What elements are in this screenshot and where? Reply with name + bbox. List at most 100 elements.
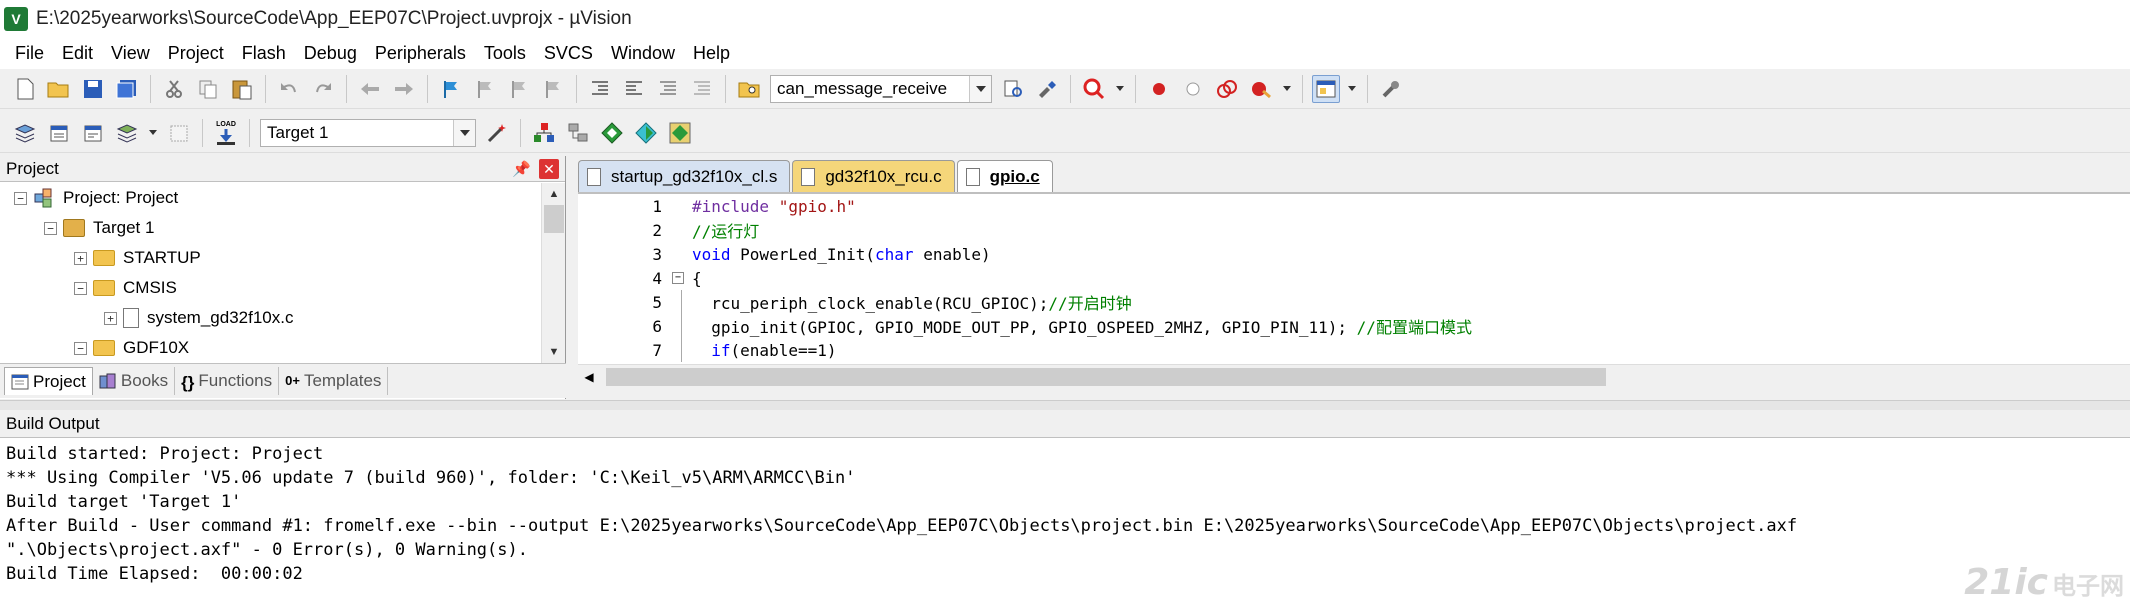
scroll-up-arrow-icon[interactable]: ▲	[542, 183, 566, 205]
menu-edit[interactable]: Edit	[53, 39, 102, 67]
scroll-down-arrow-icon[interactable]: ▼	[542, 341, 566, 363]
next-bookmark-icon[interactable]	[505, 75, 533, 103]
tree-item-startup-group[interactable]: + STARTUP	[0, 243, 540, 273]
chevron-down-icon[interactable]	[969, 75, 991, 102]
menu-view[interactable]: View	[102, 39, 159, 67]
find-combo[interactable]: can_message_receive	[770, 74, 992, 103]
tab-books[interactable]: Books	[93, 367, 176, 395]
build-icon[interactable]	[45, 119, 73, 147]
tree-item-cmsis-group[interactable]: − CMSIS	[0, 273, 540, 303]
disable-breakpoint-icon[interactable]	[1179, 75, 1207, 103]
code-line[interactable]: 5 rcu_periph_clock_enable(RCU_GPIOC);//开…	[578, 290, 2130, 314]
editor-tab-startup[interactable]: startup_gd32f10x_cl.s	[578, 160, 791, 192]
find-icon[interactable]	[999, 75, 1027, 103]
menu-debug[interactable]: Debug	[295, 39, 366, 67]
collapse-toggle[interactable]: −	[74, 341, 87, 355]
download-load-icon[interactable]: LOAD	[212, 119, 240, 147]
tab-templates[interactable]: 0+ Templates	[279, 367, 389, 395]
code-line[interactable]: 7 if(enable==1)	[578, 338, 2130, 362]
code-line[interactable]: 1 #include "gpio.h"	[578, 194, 2130, 218]
pin-icon[interactable]: 📌	[512, 160, 531, 178]
pack-installer-icon[interactable]	[632, 119, 660, 147]
translate-icon[interactable]	[11, 119, 39, 147]
editor-horizontal-scrollbar[interactable]: ◀	[578, 364, 2130, 388]
chevron-down-icon[interactable]	[453, 119, 475, 146]
select-software-packs-icon[interactable]	[598, 119, 626, 147]
editor-tab-rcu[interactable]: gd32f10x_rcu.c	[792, 160, 955, 192]
clear-bookmarks-icon[interactable]	[539, 75, 567, 103]
fold-collapse-icon[interactable]: −	[670, 270, 686, 286]
menu-file[interactable]: File	[6, 39, 53, 67]
code-line[interactable]: 2 //运行灯	[578, 218, 2130, 242]
uncomment-icon[interactable]	[688, 75, 716, 103]
menu-help[interactable]: Help	[684, 39, 739, 67]
prev-bookmark-icon[interactable]	[471, 75, 499, 103]
configuration-wrench-icon[interactable]	[1377, 75, 1405, 103]
redo-icon[interactable]	[309, 75, 337, 103]
file-extensions-icon[interactable]	[530, 119, 558, 147]
copy-icon[interactable]	[194, 75, 222, 103]
target-combo[interactable]: Target 1	[260, 118, 476, 147]
code-line[interactable]: 6 gpio_init(GPIOC, GPIO_MODE_OUT_PP, GPI…	[578, 314, 2130, 338]
tab-project[interactable]: Project	[4, 367, 93, 395]
project-panel-tabs: Project Books {} Functions 0+ Templates	[0, 363, 566, 398]
panel-splitter[interactable]	[0, 400, 2130, 410]
scrollbar-thumb[interactable]	[606, 367, 1606, 386]
find-in-files-icon[interactable]	[735, 75, 763, 103]
incremental-find-icon[interactable]	[1033, 75, 1061, 103]
target-options-magic-wand-icon[interactable]	[483, 119, 511, 147]
tree-item-project-root[interactable]: − Project: Project	[0, 183, 540, 213]
comment-icon[interactable]	[654, 75, 682, 103]
chevron-down-icon[interactable]	[1346, 75, 1358, 103]
code-line[interactable]: 4−{	[578, 266, 2130, 290]
window-layout-icon[interactable]	[1312, 74, 1340, 103]
expand-toggle[interactable]: +	[104, 311, 117, 325]
save-all-icon[interactable]	[113, 75, 141, 103]
menu-project[interactable]: Project	[159, 39, 233, 67]
scrollbar-thumb[interactable]	[544, 205, 564, 233]
manage-components-icon[interactable]	[564, 119, 592, 147]
menu-flash[interactable]: Flash	[233, 39, 295, 67]
indent-icon[interactable]	[586, 75, 614, 103]
editor-tab-gpio[interactable]: gpio.c	[956, 160, 1053, 192]
kill-all-breakpoints-icon[interactable]	[1247, 75, 1275, 103]
menu-window[interactable]: Window	[602, 39, 684, 67]
runtime-environment-icon[interactable]	[666, 119, 694, 147]
navigate-back-icon[interactable]	[356, 75, 384, 103]
chevron-down-icon[interactable]	[147, 119, 159, 147]
cut-icon[interactable]	[160, 75, 188, 103]
code-editor[interactable]: 1 #include "gpio.h" 2 //运行灯 3 void PowerLed_I…	[578, 192, 2130, 364]
tree-item-target[interactable]: − Target 1	[0, 213, 540, 243]
collapse-toggle[interactable]: −	[44, 221, 57, 235]
tree-item-system-file[interactable]: + system_gd32f10x.c	[0, 303, 540, 333]
bookmark-icon[interactable]	[437, 75, 465, 103]
stop-build-icon[interactable]	[165, 119, 193, 147]
menu-tools[interactable]: Tools	[475, 39, 535, 67]
insert-breakpoint-icon[interactable]	[1145, 75, 1173, 103]
rebuild-icon[interactable]	[79, 119, 107, 147]
debug-session-icon[interactable]	[1080, 75, 1108, 103]
new-file-icon[interactable]	[11, 75, 39, 103]
expand-toggle[interactable]: +	[74, 251, 87, 265]
undo-icon[interactable]	[275, 75, 303, 103]
paste-icon[interactable]	[228, 75, 256, 103]
project-tree-scrollbar[interactable]: ▲ ▼	[541, 183, 565, 363]
disable-all-breakpoints-icon[interactable]	[1213, 75, 1241, 103]
collapse-toggle[interactable]: −	[14, 191, 27, 205]
navigate-forward-icon[interactable]	[390, 75, 418, 103]
open-folder-icon[interactable]	[45, 75, 73, 103]
tab-functions[interactable]: {} Functions	[175, 367, 280, 395]
batch-build-icon[interactable]	[113, 119, 141, 147]
scroll-left-arrow-icon[interactable]: ◀	[578, 370, 600, 384]
collapse-toggle[interactable]: −	[74, 281, 87, 295]
menu-svcs[interactable]: SVCS	[535, 39, 602, 67]
build-output-window[interactable]: Build started: Project: Project *** Usin…	[0, 438, 2130, 607]
save-icon[interactable]	[79, 75, 107, 103]
close-panel-button[interactable]: ✕	[539, 159, 559, 179]
chevron-down-icon[interactable]	[1281, 75, 1293, 103]
code-line[interactable]: 3 void PowerLed_Init(char enable)	[578, 242, 2130, 266]
unindent-icon[interactable]	[620, 75, 648, 103]
tree-item-gdf10x-group[interactable]: − GDF10X	[0, 333, 540, 363]
menu-peripherals[interactable]: Peripherals	[366, 39, 475, 67]
chevron-down-icon[interactable]	[1114, 75, 1126, 103]
